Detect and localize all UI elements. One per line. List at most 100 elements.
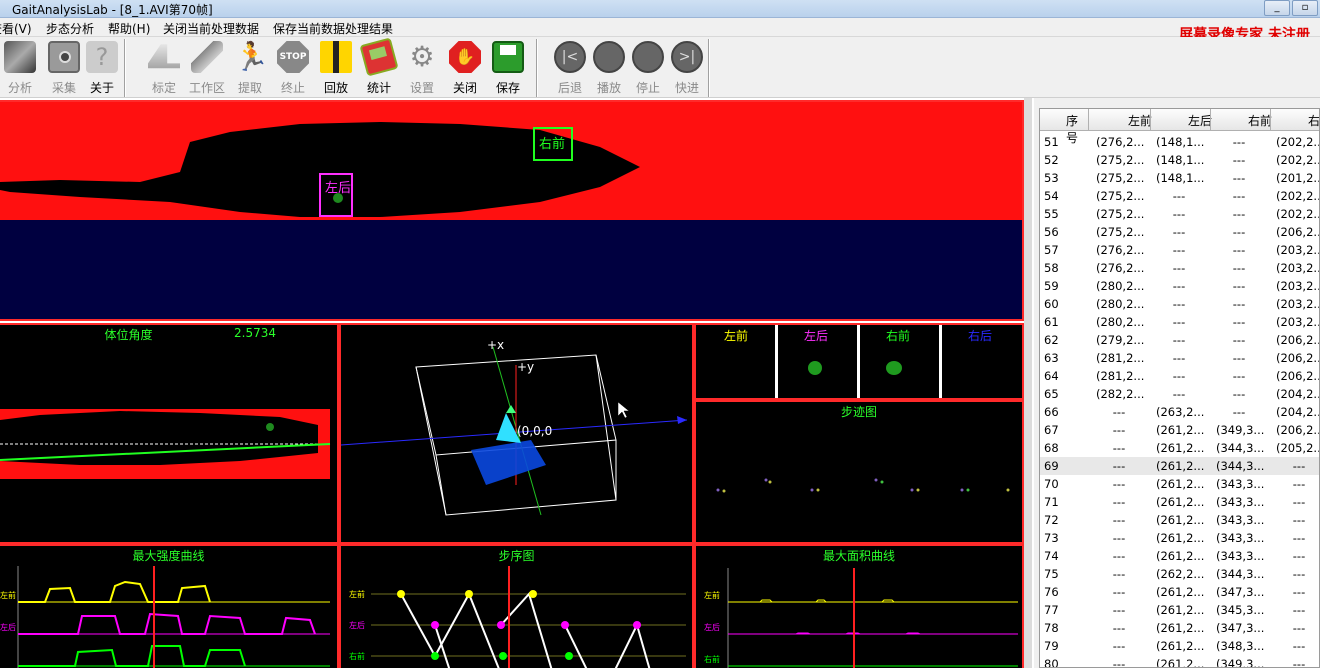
table-row[interactable]: 76 --- (261,2... (347,3... --- — [1040, 583, 1319, 601]
table-cell: 75 — [1044, 567, 1059, 581]
extract-button[interactable]: 🏃 提取 — [230, 41, 270, 97]
menu-close-data[interactable]: 关闭当前处理数据 — [163, 20, 259, 37]
table-row[interactable]: 61 (280,2... --- --- (203,2... — [1040, 313, 1319, 331]
table-row[interactable]: 70 --- (261,2... (343,3... --- — [1040, 475, 1319, 493]
table-cell: (347,3... — [1216, 585, 1265, 599]
table-cell: --- — [1292, 639, 1306, 653]
area-label-right-front: 右前 — [704, 654, 720, 664]
table-row[interactable]: 68 --- (261,2... (344,3... (205,2... — [1040, 439, 1319, 457]
table-row[interactable]: 54 (275,2... --- --- (202,2... — [1040, 187, 1319, 205]
menu-help[interactable]: 帮助(H) — [108, 20, 150, 37]
table-row[interactable]: 67 --- (261,2... (349,3... (206,2... — [1040, 421, 1319, 439]
playback-button[interactable]: 回放 — [316, 41, 356, 97]
header-right-hind[interactable]: 右后 — [1308, 112, 1319, 129]
workspace-button[interactable]: 工作区 — [187, 41, 227, 97]
sequence-chart: 左前 左后 右前 — [349, 566, 686, 668]
settings-button[interactable]: ⚙ 设置 — [402, 41, 442, 97]
fast-forward-button[interactable]: >| 快进 — [667, 41, 707, 97]
table-cell: (261,2... — [1156, 495, 1205, 509]
area-label-left-hind: 左后 — [704, 622, 720, 632]
table-cell: (148,1... — [1156, 171, 1205, 185]
table-row[interactable]: 78 --- (261,2... (347,3... --- — [1040, 619, 1319, 637]
paw-thumb-right-hind: 右后 — [968, 329, 993, 343]
table-row[interactable]: 56 (275,2... --- --- (206,2... — [1040, 223, 1320, 241]
table-row[interactable]: 51 (276,2... (148,1... --- (202,2... — [1040, 133, 1319, 151]
table-cell: --- — [1172, 207, 1186, 221]
play-button[interactable]: 播放 — [589, 41, 629, 97]
workspace: 左后 右前 体位角度 2.5734 +x +y (0,0,0 左前 左后 右前 … — [0, 98, 1034, 668]
header-left-front[interactable]: 左前 — [1128, 112, 1152, 129]
save-button[interactable]: 保存 — [488, 41, 528, 97]
toolbar: 分析 采集 ? 关于 标定 工作区 🏃 提取 STOP 终止 回放 统计 ⚙ 设… — [0, 37, 1320, 98]
table-cell: (204,2... — [1276, 387, 1320, 401]
minimize-button[interactable]: _ — [1264, 0, 1290, 16]
terminate-button[interactable]: STOP 终止 — [273, 41, 313, 97]
table-row[interactable]: 60 (280,2... --- --- (203,2... — [1040, 295, 1319, 313]
table-row[interactable]: 79 --- (261,2... (348,3... --- — [1040, 637, 1319, 655]
statistics-button[interactable]: 统计 — [359, 37, 399, 97]
table-cell: 52 — [1044, 153, 1059, 167]
table-cell: 67 — [1044, 423, 1059, 437]
table-cell: --- — [1172, 387, 1186, 401]
area-panel: 最大面积曲线 左前 左后 右前 — [694, 544, 1024, 668]
restore-button[interactable]: ▫ — [1292, 0, 1318, 16]
table-row[interactable]: 73 --- (261,2... (343,3... --- — [1040, 529, 1319, 547]
table-cell: 60 — [1044, 297, 1059, 311]
table-row[interactable]: 57 (276,2... --- --- (203,2... — [1040, 241, 1319, 259]
table-row[interactable]: 80 --- (261,2... (349,3... --- — [1040, 655, 1319, 667]
table-cell: --- — [1112, 477, 1126, 491]
table-row[interactable]: 66 --- (263,2... --- (204,2... — [1040, 403, 1319, 421]
table-cell: 62 — [1044, 333, 1059, 347]
about-button[interactable]: ? 关于 — [82, 41, 122, 97]
table-row[interactable]: 58 (276,2... --- --- (203,2... — [1040, 259, 1320, 277]
table-row[interactable]: 69 --- (261,2... (344,3... --- — [1040, 457, 1319, 475]
stop-playback-button[interactable]: 停止 — [628, 41, 668, 97]
table-cell: (203,2... — [1276, 261, 1320, 275]
header-right-front[interactable]: 右前 — [1248, 112, 1272, 129]
splitter[interactable] — [1024, 98, 1032, 668]
table-row[interactable]: 55 (275,2... --- --- (202,2... — [1040, 205, 1319, 223]
menu-view[interactable]: 查看(V) — [0, 20, 32, 37]
table-row[interactable]: 53 (275,2... (148,1... --- (201,2... — [1040, 169, 1319, 187]
table-cell: (206,2... — [1276, 225, 1320, 239]
table-cell: 70 — [1044, 477, 1059, 491]
table-row[interactable]: 59 (280,2... --- --- (203,2... — [1040, 277, 1319, 295]
table-cell: --- — [1232, 135, 1246, 149]
table-cell: (261,2... — [1156, 531, 1205, 545]
table-cell: (275,2... — [1096, 171, 1145, 185]
table-cell: --- — [1232, 225, 1246, 239]
table-cell: (275,2... — [1096, 207, 1145, 221]
table-cell: --- — [1232, 189, 1246, 203]
table-row[interactable]: 65 (282,2... --- --- (204,2... — [1040, 385, 1320, 403]
table-row[interactable]: 77 --- (261,2... (345,3... --- — [1040, 601, 1319, 619]
capture-button[interactable]: 采集 — [44, 41, 84, 97]
table-cell: 64 — [1044, 369, 1059, 383]
seq-label-left-hind: 左后 — [349, 620, 365, 630]
window-title: GaitAnalysisLab - [8_1.AVI第70帧] — [12, 3, 213, 17]
close-button[interactable]: ✋ 关闭 — [445, 41, 485, 97]
table-row[interactable]: 71 --- (261,2... (343,3... --- — [1040, 493, 1319, 511]
table-cell: 72 — [1044, 513, 1059, 527]
table-row[interactable]: 75 --- (262,2... (344,3... --- — [1040, 565, 1319, 583]
table-row[interactable]: 63 (281,2... --- --- (206,2... — [1040, 349, 1319, 367]
calibrate-button[interactable]: 标定 — [144, 41, 184, 97]
table-cell: 51 — [1044, 135, 1059, 149]
table-cell: --- — [1112, 621, 1126, 635]
table-cell: 74 — [1044, 549, 1059, 563]
calibrate-icon — [148, 44, 180, 69]
table-cell: (280,2... — [1096, 315, 1145, 329]
table-row[interactable]: 64 (281,2... --- --- (206,2... — [1040, 367, 1319, 385]
table-cell: (261,2... — [1156, 513, 1205, 527]
analyze-button[interactable]: 分析 — [0, 41, 40, 97]
menu-save-results[interactable]: 保存当前数据处理结果 — [273, 20, 393, 37]
table-cell: --- — [1112, 639, 1126, 653]
menu-gait-analysis[interactable]: 步态分析 — [46, 20, 94, 37]
table-cell: --- — [1172, 351, 1186, 365]
rewind-button[interactable]: |< 后退 — [550, 41, 590, 97]
table-row[interactable]: 72 --- (261,2... (343,3... --- — [1040, 511, 1319, 529]
table-row[interactable]: 74 --- (261,2... (343,3... --- — [1040, 547, 1319, 565]
header-left-hind[interactable]: 左后 — [1188, 112, 1212, 129]
table-cell: --- — [1112, 567, 1126, 581]
table-row[interactable]: 52 (275,2... (148,1... --- (202,2... — [1040, 151, 1319, 169]
table-row[interactable]: 62 (279,2... --- --- (206,2... — [1040, 331, 1319, 349]
